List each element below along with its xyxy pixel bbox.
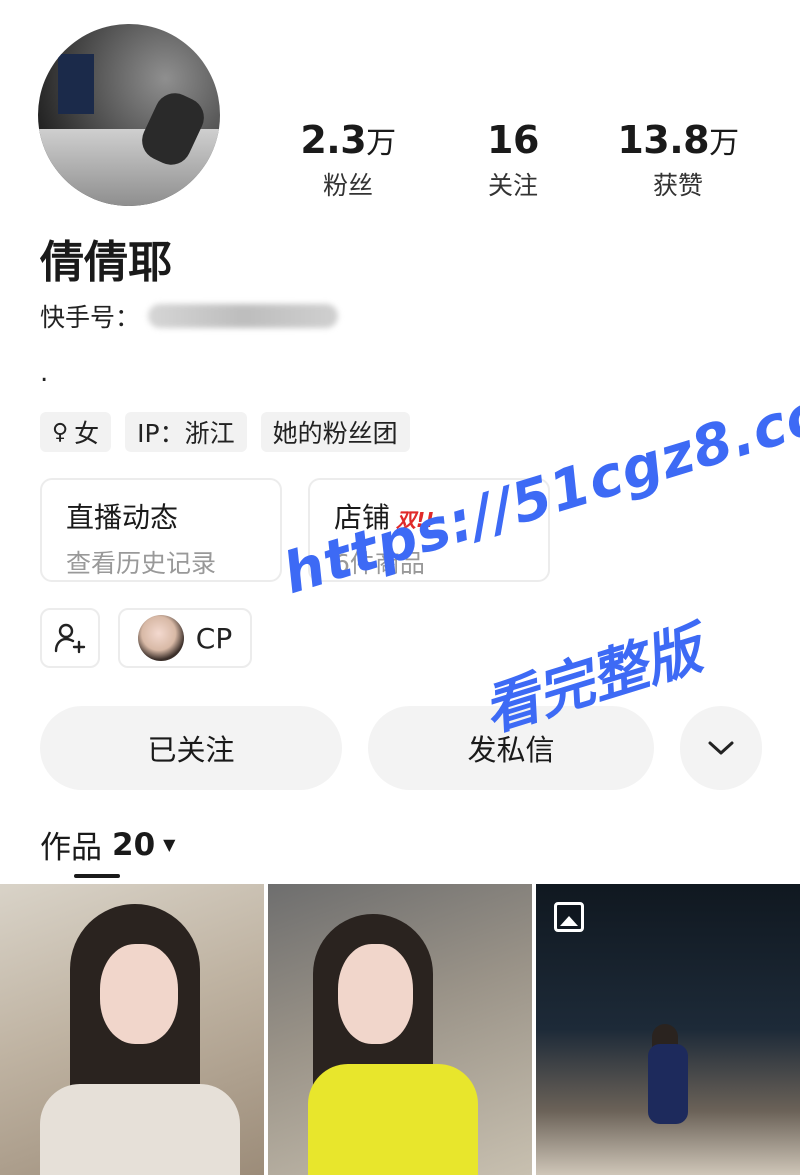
cp-avatar (137, 615, 184, 661)
stat-number: 16 (487, 118, 539, 162)
live-card-title: 直播动态 (66, 501, 179, 534)
kuaishou-id-label: 快手号： (40, 303, 141, 332)
stat-following[interactable]: 16 关注 (443, 118, 583, 202)
thumb-coat (308, 1064, 478, 1175)
stat-label: 关注 (487, 171, 538, 200)
works-tab[interactable]: 作品 20 ▼ (40, 822, 175, 867)
stat-number: 2.3万 (300, 118, 396, 162)
thumb-coat (40, 1084, 240, 1175)
caret-down-icon: ▼ (163, 835, 176, 854)
stat-followers[interactable]: 2.3万 粉丝 (278, 118, 418, 202)
cp-label: CP (195, 621, 233, 655)
live-card-subtitle: 查看历史记录 (66, 549, 217, 578)
thumb-face (338, 944, 413, 1044)
stat-likes[interactable]: 13.8万 获赞 (608, 118, 748, 202)
avatar-window (58, 54, 94, 114)
profile-bio: . (40, 358, 49, 388)
works-tab-indicator (74, 874, 120, 878)
more-options-button[interactable] (680, 706, 762, 790)
profile-tags: ♀ 女 IP：浙江 她的粉丝团 (40, 412, 410, 452)
profile-avatar[interactable] (38, 24, 220, 206)
profile-name: 倩倩耶 (40, 237, 172, 288)
work-thumbnail-1[interactable] (0, 884, 264, 1175)
cp-button[interactable]: CP (118, 608, 252, 668)
live-history-card[interactable]: 直播动态 查看历史记录 (40, 478, 282, 582)
works-label: 作品 (40, 830, 102, 866)
add-user-icon (54, 623, 86, 654)
thumb-coat (648, 1044, 688, 1124)
kuaishou-id[interactable]: 快手号： (40, 298, 339, 334)
work-thumbnail-2[interactable] (268, 884, 532, 1175)
works-count: 20 (112, 826, 156, 863)
followed-button[interactable]: 已关注 (40, 706, 342, 790)
gender-label: 女 (74, 419, 100, 448)
stat-label: 粉丝 (322, 171, 373, 200)
image-post-icon (554, 902, 584, 932)
female-icon: ♀ (52, 419, 69, 445)
add-friend-button[interactable] (40, 608, 100, 668)
fan-group-tag[interactable]: 她的粉丝团 (260, 412, 410, 452)
stat-number: 13.8万 (617, 118, 739, 162)
gender-tag: ♀ 女 (40, 412, 112, 452)
ip-tag: IP：浙江 (125, 412, 247, 452)
thumb-face (100, 944, 178, 1044)
chevron-down-icon (708, 741, 734, 755)
stat-label: 获赞 (652, 171, 703, 200)
work-thumbnail-3[interactable] (536, 884, 800, 1175)
kuaishou-id-value-blurred (148, 304, 339, 328)
